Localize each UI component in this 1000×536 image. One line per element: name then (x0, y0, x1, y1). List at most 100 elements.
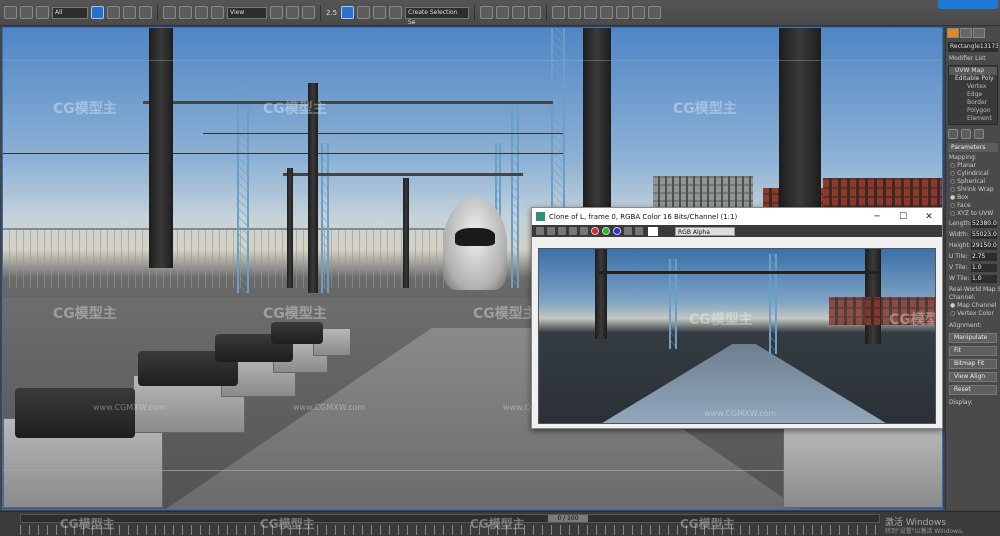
undo-icon[interactable] (4, 6, 17, 19)
catenary-mast (321, 143, 329, 293)
reference-coordinate-dropdown[interactable]: View (227, 6, 267, 19)
u-tile-input[interactable]: 2.75 (971, 252, 997, 261)
rendered-frame-window-icon[interactable] (616, 6, 629, 19)
clear-image-icon[interactable] (580, 227, 588, 235)
render-setup-icon[interactable] (600, 6, 613, 19)
selection-filter-dropdown[interactable]: All (52, 6, 88, 19)
stack-item[interactable]: Editable Poly (949, 75, 997, 83)
copy-image-icon[interactable] (547, 227, 555, 235)
channel-radio[interactable]: Map Channel (946, 302, 1000, 310)
pivot-icon[interactable] (270, 6, 283, 19)
sign-in-button[interactable] (938, 0, 998, 9)
render-window-titlebar[interactable]: Clone of L, frame 0, RGBA Color 16 Bits/… (532, 208, 942, 225)
channel-display-dropdown[interactable]: RGB Alpha (675, 226, 735, 236)
toolbar-divider (320, 4, 321, 21)
mapping-radio[interactable]: Cylindrical (946, 170, 1000, 178)
select-by-name-icon[interactable] (107, 6, 120, 19)
select-object-icon[interactable] (91, 6, 104, 19)
time-slider-handle[interactable]: 0 / 100 (548, 515, 588, 522)
view-align-button[interactable]: View Align (949, 372, 997, 382)
blue-channel-icon[interactable] (613, 227, 621, 235)
alpha-channel-icon[interactable] (624, 227, 632, 235)
track-bar-ruler[interactable] (20, 525, 880, 535)
select-manipulate-icon[interactable] (286, 6, 299, 19)
modifier-list-dropdown[interactable]: Modifier List (946, 55, 1000, 63)
link-icon[interactable] (36, 6, 49, 19)
v-tile-input[interactable]: 1.0 (971, 263, 997, 272)
width-input[interactable]: 55023.0 (971, 230, 997, 239)
edit-named-selection-icon[interactable] (389, 6, 402, 19)
stack-item[interactable]: Border (949, 99, 997, 107)
stack-item[interactable]: UVW Map (949, 67, 997, 75)
clone-window-icon[interactable] (558, 227, 566, 235)
modifier-stack[interactable]: UVW Map Editable Poly Vertex Edge Border… (948, 65, 998, 125)
mapping-radio[interactable]: Shrink Wrap (946, 186, 1000, 194)
object-name-field[interactable]: Rectangle13173 (948, 42, 998, 52)
time-slider-track[interactable]: 0 / 100 (20, 514, 880, 523)
spinner-snap-icon[interactable] (373, 6, 386, 19)
named-selection-dropdown[interactable]: Create Selection Se (405, 6, 469, 26)
close-button[interactable]: ✕ (916, 212, 942, 222)
high-speed-train[interactable] (443, 198, 507, 290)
height-input[interactable]: 29150.0 (971, 241, 997, 250)
keyboard-shortcut-icon[interactable] (302, 6, 315, 19)
remove-modifier-icon[interactable] (974, 129, 984, 139)
mapping-radio[interactable]: Planar (946, 162, 1000, 170)
w-tile-input[interactable]: 1.0 (971, 274, 997, 283)
stack-item[interactable]: Vertex (949, 83, 997, 91)
mapping-radio[interactable]: Spherical (946, 178, 1000, 186)
stack-item[interactable]: Polygon (949, 107, 997, 115)
channel-radio[interactable]: Vertex Color (946, 310, 1000, 318)
length-input[interactable]: 52380.0 (971, 219, 997, 228)
monochrome-icon[interactable] (635, 227, 643, 235)
curve-editor-icon[interactable] (552, 6, 565, 19)
move-icon[interactable] (163, 6, 176, 19)
save-image-icon[interactable] (536, 227, 544, 235)
schematic-view-icon[interactable] (568, 6, 581, 19)
maximize-button[interactable]: ☐ (890, 212, 916, 222)
modify-tab-icon[interactable] (960, 28, 972, 38)
print-image-icon[interactable] (569, 227, 577, 235)
color-swatch[interactable] (648, 226, 658, 236)
rendered-frame-window[interactable]: Clone of L, frame 0, RGBA Color 16 Bits/… (531, 207, 943, 429)
layer-manager-icon[interactable] (512, 6, 525, 19)
stack-item[interactable]: Element (949, 115, 997, 123)
stack-item[interactable]: Edge (949, 91, 997, 99)
watermark: CG模型主 (473, 306, 537, 322)
bitmap-fit-button[interactable]: Bitmap Fit (949, 359, 997, 369)
graphite-tools-icon[interactable] (528, 6, 541, 19)
mapping-radio[interactable]: XYZ to UVW (946, 210, 1000, 218)
align-icon[interactable] (496, 6, 509, 19)
teapot-icon[interactable] (648, 6, 661, 19)
rotate-icon[interactable] (179, 6, 192, 19)
show-end-result-icon[interactable] (961, 129, 971, 139)
material-editor-icon[interactable] (584, 6, 597, 19)
angle-snap-icon[interactable] (341, 6, 354, 19)
parameters-rollout[interactable]: Parameters (948, 143, 998, 152)
minimize-button[interactable]: ─ (864, 212, 890, 222)
create-tab-icon[interactable] (947, 28, 959, 38)
pin-stack-icon[interactable] (948, 129, 958, 139)
placement-icon[interactable] (211, 6, 224, 19)
v-tile-field: V Tile: 1.0 (946, 262, 1000, 273)
redo-icon[interactable] (20, 6, 33, 19)
field-label: U Tile: (949, 253, 968, 260)
reset-button[interactable]: Reset (949, 385, 997, 395)
scale-icon[interactable] (195, 6, 208, 19)
window-crossing-icon[interactable] (139, 6, 152, 19)
rectangular-selection-icon[interactable] (123, 6, 136, 19)
percent-snap-icon[interactable] (357, 6, 370, 19)
red-channel-icon[interactable] (591, 227, 599, 235)
real-world-checkbox[interactable]: Real-World Map Size (946, 286, 1000, 294)
mapping-radio[interactable]: Box (946, 194, 1000, 202)
fit-button[interactable]: Fit (949, 346, 997, 356)
u-tile-field: U Tile: 2.75 (946, 251, 1000, 262)
snap-toggle[interactable]: 2.5 (326, 9, 338, 17)
manipulate-button[interactable]: Manipulate (949, 333, 997, 343)
mapping-radio[interactable]: Face (946, 202, 1000, 210)
mirror-icon[interactable] (480, 6, 493, 19)
hierarchy-tab-icon[interactable] (973, 28, 985, 38)
render-icon[interactable] (632, 6, 645, 19)
render-window-toolbar: RGB Alpha (532, 225, 942, 237)
green-channel-icon[interactable] (602, 227, 610, 235)
